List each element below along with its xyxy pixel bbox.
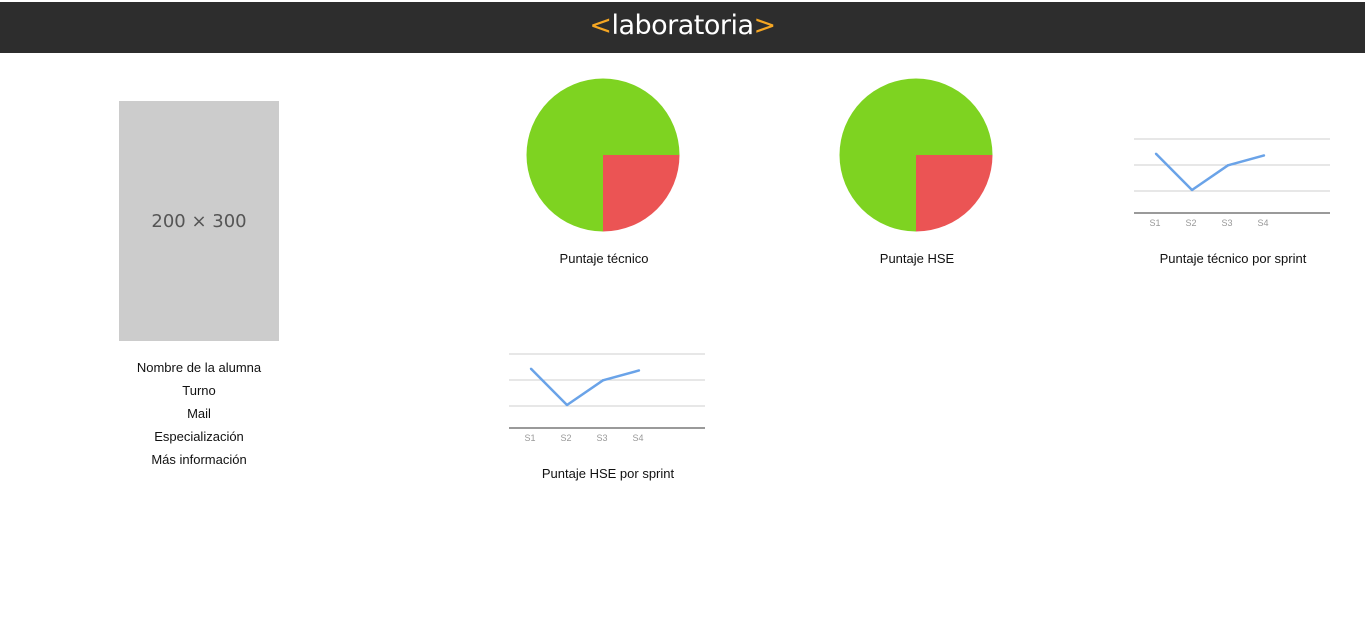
technical-score-pie	[526, 78, 680, 232]
data-point	[565, 403, 569, 407]
top-bar: <laboratoria>	[0, 2, 1365, 53]
x-tick-label: S4	[1257, 218, 1268, 228]
hse-score-pie	[839, 78, 993, 232]
data-point	[1226, 164, 1230, 167]
x-tick-label: S1	[524, 433, 535, 443]
technical-sprint-caption: Puntaje técnico por sprint	[1159, 251, 1307, 266]
student-mail: Mail	[187, 406, 211, 421]
technical-score-caption: Puntaje técnico	[559, 251, 649, 266]
laboratoria-logo[interactable]: <laboratoria>	[0, 10, 1365, 41]
x-tick-label: S4	[632, 433, 643, 443]
x-tick-label: S3	[1221, 218, 1232, 228]
student-info: Nombre de la alumna Turno Mail Especiali…	[99, 359, 299, 474]
student-shift: Turno	[182, 383, 216, 398]
data-point	[637, 369, 641, 372]
data-point	[601, 379, 605, 382]
series-line	[530, 367, 640, 407]
x-tick-label: S3	[596, 433, 607, 443]
hse-score-caption: Puntaje HSE	[879, 251, 955, 266]
student-name: Nombre de la alumna	[136, 360, 262, 375]
x-tick-label: S1	[1149, 218, 1160, 228]
x-tick-label: S2	[1185, 218, 1196, 228]
x-tick-label: S2	[560, 433, 571, 443]
data-point	[529, 367, 533, 370]
student-photo-placeholder: 200 × 300	[119, 101, 279, 341]
data-point	[1190, 188, 1194, 192]
hse-sprint-line-chart: S1 S2 S3 S4	[509, 353, 705, 443]
logo-open-bracket: <	[589, 10, 612, 41]
photo-placeholder-label: 200 × 300	[151, 210, 247, 232]
technical-sprint-line-chart: S1 S2 S3 S4	[1134, 138, 1330, 228]
pie-slice-remaining	[603, 155, 680, 232]
data-point	[1154, 152, 1158, 155]
pie-slice-remaining	[916, 155, 993, 232]
student-specialization: Especialización	[154, 429, 244, 444]
more-info-link[interactable]: Más información	[99, 451, 299, 474]
hse-sprint-caption: Puntaje HSE por sprint	[541, 466, 675, 481]
series-line	[1155, 152, 1265, 192]
logo-text: laboratoria	[611, 10, 754, 41]
data-point	[1262, 154, 1266, 157]
logo-close-bracket: >	[753, 10, 777, 41]
